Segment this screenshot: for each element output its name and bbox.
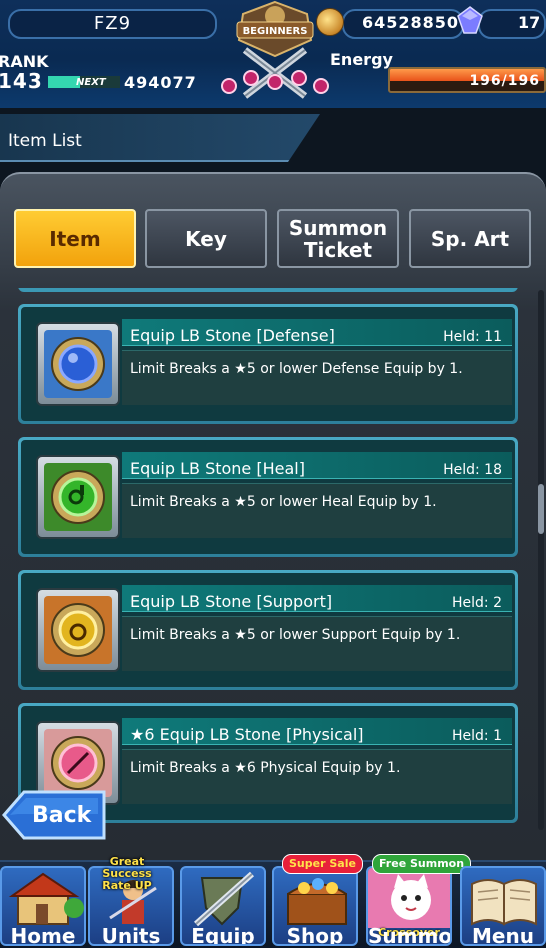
treasure-chest-icon bbox=[287, 878, 347, 925]
scroll-thumb[interactable] bbox=[538, 484, 544, 534]
item-card[interactable]: Equip LB Stone [Heal] Held: 18 Limit Bre… bbox=[18, 437, 518, 557]
nav-label: Units bbox=[101, 924, 161, 946]
sword-shield-icon bbox=[194, 871, 254, 927]
gem-icon[interactable] bbox=[456, 6, 484, 34]
book-icon bbox=[471, 879, 537, 926]
coin-icon bbox=[316, 8, 344, 36]
nav-label: Summon bbox=[368, 924, 452, 946]
item-description: Limit Breaks a ★6 Physical Equip by 1. bbox=[130, 760, 401, 776]
yellow-stone-icon bbox=[36, 588, 120, 672]
back-button-label: Back bbox=[32, 803, 92, 828]
tab-summon-ticket[interactable]: Summon Ticket bbox=[277, 209, 399, 268]
tab-item[interactable]: Item bbox=[14, 209, 136, 268]
nav-home[interactable]: Home bbox=[0, 866, 86, 946]
item-list[interactable]: Equip LB Stone [Defense] Held: 11 Limit … bbox=[6, 288, 536, 838]
item-held-count: Held: 2 bbox=[452, 595, 502, 611]
item-held-count: Held: 18 bbox=[443, 462, 502, 478]
emblem-text: BEGINNERS bbox=[243, 26, 308, 37]
item-card[interactable]: Equip LB Stone [Defense] Held: 11 Limit … bbox=[18, 304, 518, 424]
nav-label: Equip bbox=[191, 924, 255, 946]
energy-value: 196/196 bbox=[469, 73, 540, 89]
item-name: Equip LB Stone [Defense] bbox=[130, 326, 335, 345]
previous-card-edge bbox=[18, 288, 518, 292]
tab-sp-art[interactable]: Sp. Art bbox=[409, 209, 531, 268]
item-description: Limit Breaks a ★5 or lower Defense Equip… bbox=[130, 361, 463, 377]
list-scrollbar[interactable] bbox=[538, 290, 544, 830]
energy-bar: 196/196 bbox=[388, 67, 546, 93]
cat-summon-icon bbox=[368, 868, 450, 928]
item-held-count: Held: 1 bbox=[452, 728, 502, 744]
rank-value: 143 bbox=[0, 69, 43, 93]
item-card[interactable]: Equip LB Stone [Support] Held: 2 Limit B… bbox=[18, 570, 518, 690]
item-name: Equip LB Stone [Support] bbox=[130, 592, 333, 611]
player-name[interactable]: FZ9 bbox=[8, 9, 217, 39]
units-badge: Great Success Rate UP bbox=[102, 855, 152, 892]
energy-label: Energy bbox=[330, 50, 393, 69]
green-stone-icon bbox=[36, 455, 120, 539]
next-exp-value: 494077 bbox=[124, 73, 197, 92]
tab-key[interactable]: Key bbox=[145, 209, 267, 268]
item-held-count: Held: 11 bbox=[443, 329, 502, 345]
house-icon bbox=[8, 872, 84, 925]
item-description: Limit Breaks a ★5 or lower Support Equip… bbox=[130, 627, 461, 643]
nav-label: Home bbox=[10, 924, 76, 946]
top-status-bar: FZ9 BEGINNERS 64528850 17 RANK 143 NEXT … bbox=[0, 0, 546, 108]
nav-shop[interactable]: Shop bbox=[272, 866, 358, 946]
item-name: Equip LB Stone [Heal] bbox=[130, 459, 305, 478]
nav-menu[interactable]: Menu bbox=[460, 866, 546, 946]
item-name: ★6 Equip LB Stone [Physical] bbox=[130, 725, 364, 744]
page-title: Item List bbox=[8, 131, 82, 151]
coin-count: 64528850 bbox=[362, 13, 460, 32]
item-description: Limit Breaks a ★5 or lower Heal Equip by… bbox=[130, 494, 437, 510]
nav-label: Menu bbox=[472, 924, 534, 946]
nav-summon[interactable]: Crossover Summon bbox=[366, 866, 452, 946]
blue-stone-icon bbox=[36, 322, 120, 406]
shop-badge: Super Sale bbox=[282, 854, 363, 874]
nav-label: Shop bbox=[286, 924, 344, 946]
gem-count: 17 bbox=[518, 13, 541, 32]
summon-badge: Free Summon bbox=[372, 854, 472, 874]
next-label: NEXT bbox=[76, 77, 106, 88]
nav-equip[interactable]: Equip bbox=[180, 866, 266, 946]
